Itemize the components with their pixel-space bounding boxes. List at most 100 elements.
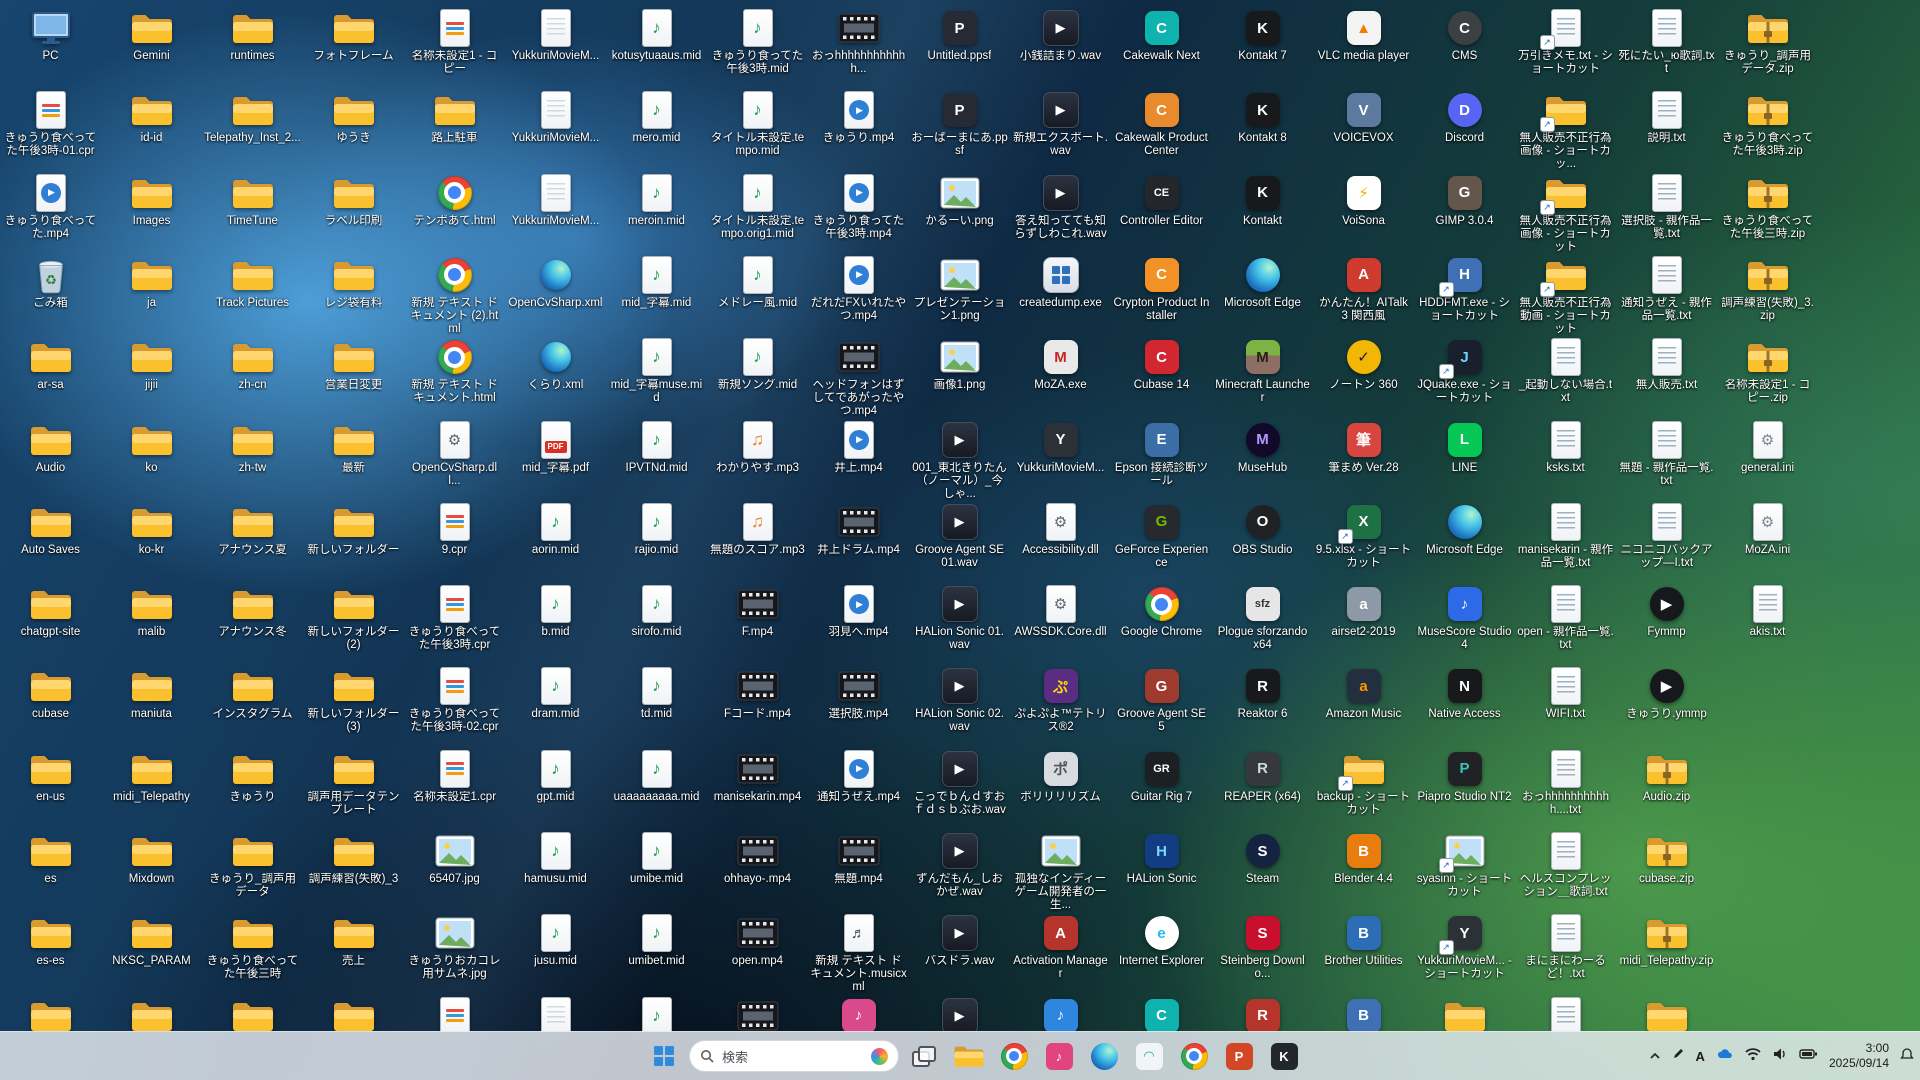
desktop-icon[interactable]: ▶ HALion Sonic 02.wav xyxy=(909,666,1010,734)
desktop-icon[interactable]: Telepathy_Inst_2... xyxy=(202,90,303,145)
desktop-icon[interactable]: B Blender 4.4 xyxy=(1313,831,1414,886)
desktop-icon[interactable]: 調声練習(失敗)_3.zip xyxy=(1717,255,1818,323)
desktop-icon[interactable] xyxy=(505,996,606,1032)
taskbar-chrome-browser[interactable] xyxy=(994,1036,1034,1076)
desktop-icon[interactable]: きゅうり食べってた午後3時-02.cpr xyxy=(404,666,505,734)
desktop-icon[interactable]: ♪ hamusu.mid xyxy=(505,831,606,886)
desktop-icon[interactable]: ♪ mero.mid xyxy=(606,90,707,145)
desktop-icon[interactable]: open - 親作品一覧.txt xyxy=(1515,584,1616,652)
desktop-icon[interactable] xyxy=(0,996,101,1032)
desktop-icon[interactable]: Images xyxy=(101,173,202,228)
desktop-icon[interactable]: 調声用データテンプレート xyxy=(303,749,404,817)
desktop-icon[interactable]: YukkuriMovieM... xyxy=(505,173,606,228)
pen-icon[interactable] xyxy=(1672,1047,1685,1065)
desktop-icon[interactable]: ko xyxy=(101,420,202,475)
desktop-icon[interactable]: Audio.zip xyxy=(1616,749,1717,804)
desktop-icon[interactable]: ヘルスコンプレッション＿歌詞.txt xyxy=(1515,831,1616,899)
desktop-icon[interactable] xyxy=(707,996,808,1032)
desktop-icon[interactable]: B Brother Utilities xyxy=(1313,913,1414,968)
desktop-icon[interactable]: malib xyxy=(101,584,202,639)
desktop-icon[interactable]: H HALion Sonic xyxy=(1111,831,1212,886)
desktop-icon[interactable]: C xyxy=(1111,996,1212,1032)
desktop-icon[interactable]: ♪ gpt.mid xyxy=(505,749,606,804)
desktop-icon[interactable]: D Discord xyxy=(1414,90,1515,145)
desktop-icon[interactable]: ja xyxy=(101,255,202,310)
desktop-icon[interactable]: ♪ xyxy=(808,996,909,1032)
desktop-icon[interactable]: ポポリリリリズム xyxy=(1010,749,1111,804)
desktop-icon[interactable]: ▶ Groove Agent SE 01.wav xyxy=(909,502,1010,570)
start-button[interactable] xyxy=(644,1036,684,1076)
desktop-icon[interactable]: 名称未設定1 - コピー xyxy=(404,8,505,76)
desktop-icon[interactable]: きゅうり食べってた午後3時.zip xyxy=(1717,90,1818,158)
desktop-icon[interactable]: midi_Telepathy.zip xyxy=(1616,913,1717,968)
desktop-icon[interactable]: おっhhhhhhhhhhh....txt xyxy=(1515,749,1616,817)
desktop-icon[interactable]: ニコニコバックアップ—I.txt xyxy=(1616,502,1717,570)
desktop-icon[interactable]: ♪ sirofo.mid xyxy=(606,584,707,639)
desktop-icon[interactable]: ▶ 通知うぜえ.mp4 xyxy=(808,749,909,804)
desktop-icon[interactable]: フォトフレーム xyxy=(303,8,404,63)
desktop-icon[interactable]: 名称未設定1 - コピー.zip xyxy=(1717,337,1818,405)
desktop-icon[interactable]: ⚙ AWSSDK.Core.dll xyxy=(1010,584,1111,639)
desktop-icon[interactable]: プレゼンテーション1.png xyxy=(909,255,1010,323)
desktop-icon[interactable]: M MuseHub xyxy=(1212,420,1313,475)
desktop-icon[interactable]: 65407.jpg xyxy=(404,831,505,886)
desktop-icon[interactable]: runtimes xyxy=(202,8,303,63)
desktop-icon[interactable]: ヘッドフォンはずしてであがったやつ.mp4 xyxy=(808,337,909,418)
taskbar-media-player[interactable]: ♪ xyxy=(1039,1036,1079,1076)
desktop-icon[interactable]: ksks.txt xyxy=(1515,420,1616,475)
desktop-icon[interactable]: ▶ 001_東北きりたん（ノーマル）_今しゃ... xyxy=(909,420,1010,501)
desktop-icon[interactable]: akis.txt xyxy=(1717,584,1818,639)
desktop-icon[interactable]: ♫ わかりやす.mp3 xyxy=(707,420,808,475)
desktop-icon[interactable]: 新しいフォルダー (2) xyxy=(303,584,404,652)
desktop-icon[interactable]: Y YukkuriMovieM... xyxy=(1010,420,1111,475)
desktop-icon[interactable]: 筆筆まめ Ver.28 xyxy=(1313,420,1414,475)
desktop-icon[interactable]: es-es xyxy=(0,913,101,968)
desktop-icon[interactable]: きゅうり食べってた午後3時.cpr xyxy=(404,584,505,652)
desktop-icon[interactable]: ⚡ VoiSona xyxy=(1313,173,1414,228)
desktop-icon[interactable]: ▶ ずんだもん_しおかぜ.wav xyxy=(909,831,1010,899)
desktop-icon[interactable]: Mixdown xyxy=(101,831,202,886)
desktop-icon[interactable]: ♪ dram.mid xyxy=(505,666,606,721)
desktop-icon[interactable]: ♪ 新規ソング.mid xyxy=(707,337,808,392)
desktop-icon[interactable]: ▶ きゅうり食ってた午後3時.mp4 xyxy=(808,173,909,241)
desktop-icon[interactable]: jijii xyxy=(101,337,202,392)
desktop-icon[interactable]: E Epson 接続診断ツール xyxy=(1111,420,1212,488)
desktop-icon[interactable]: ♪ rajio.mid xyxy=(606,502,707,557)
desktop-icon[interactable]: 売上 xyxy=(303,913,404,968)
desktop-icon[interactable]: cubase.zip xyxy=(1616,831,1717,886)
desktop-icon[interactable]: 9.cpr xyxy=(404,502,505,557)
desktop-icon[interactable]: ↗ 無人販売不正行為 動画 - ショートカット xyxy=(1515,255,1616,336)
desktop-icon[interactable] xyxy=(1414,996,1515,1032)
desktop-icon[interactable]: R xyxy=(1212,996,1313,1032)
desktop-icon[interactable]: まにまにわーるど！.txt xyxy=(1515,913,1616,981)
desktop-icon[interactable]: ♪ b.mid xyxy=(505,584,606,639)
desktop-icon[interactable]: ▶ バスドラ.wav xyxy=(909,913,1010,968)
taskbar-file-explorer[interactable] xyxy=(949,1036,989,1076)
desktop-icon[interactable]: きゅうり食べってた午後3時-01.cpr xyxy=(0,90,101,158)
desktop-icon[interactable]: Fコード.mp4 xyxy=(707,666,808,721)
desktop-icon[interactable]: createdump.exe xyxy=(1010,255,1111,310)
desktop-icon[interactable]: ♪ kotusytuaaus.mid xyxy=(606,8,707,63)
desktop-icon[interactable]: H ↗ HDDFMT.exe - ショートカット xyxy=(1414,255,1515,323)
desktop-icon[interactable]: OpenCvSharp.xml xyxy=(505,255,606,310)
desktop-icon[interactable] xyxy=(404,996,505,1032)
desktop-icon[interactable]: es xyxy=(0,831,101,886)
desktop-icon[interactable] xyxy=(1616,996,1717,1032)
desktop-icon[interactable]: Y ↗ YukkuriMovieM... - ショートカット xyxy=(1414,913,1515,981)
desktop-icon[interactable]: 死にたい_ю歌詞.txt xyxy=(1616,8,1717,76)
desktop-icon[interactable]: manisekarin.mp4 xyxy=(707,749,808,804)
desktop-icon[interactable]: ♫ 無題のスコア.mp3 xyxy=(707,502,808,557)
desktop-icon[interactable]: C Cakewalk Next xyxy=(1111,8,1212,63)
desktop-icon[interactable]: 選択肢.mp4 xyxy=(808,666,909,721)
desktop-icon[interactable]: GR Guitar Rig 7 xyxy=(1111,749,1212,804)
desktop-icon[interactable]: ⚙ OpenCvSharp.dll... xyxy=(404,420,505,488)
desktop-icon[interactable]: 説明.txt xyxy=(1616,90,1717,145)
desktop-icon[interactable]: L LINE xyxy=(1414,420,1515,475)
desktop-icon[interactable]: id-id xyxy=(101,90,202,145)
desktop-icon[interactable]: ♪ aorin.mid xyxy=(505,502,606,557)
desktop-icon[interactable]: PDF mid_字幕.pdf xyxy=(505,420,606,475)
desktop-icon[interactable]: 無題.mp4 xyxy=(808,831,909,886)
desktop-icon[interactable]: ↗ 万引きメモ.txt - ショートカット xyxy=(1515,8,1616,76)
desktop-icon[interactable]: かるーい.png xyxy=(909,173,1010,228)
desktop-icon[interactable]: ▶ 答え知ってても知らずしわこれ.wav xyxy=(1010,173,1111,241)
